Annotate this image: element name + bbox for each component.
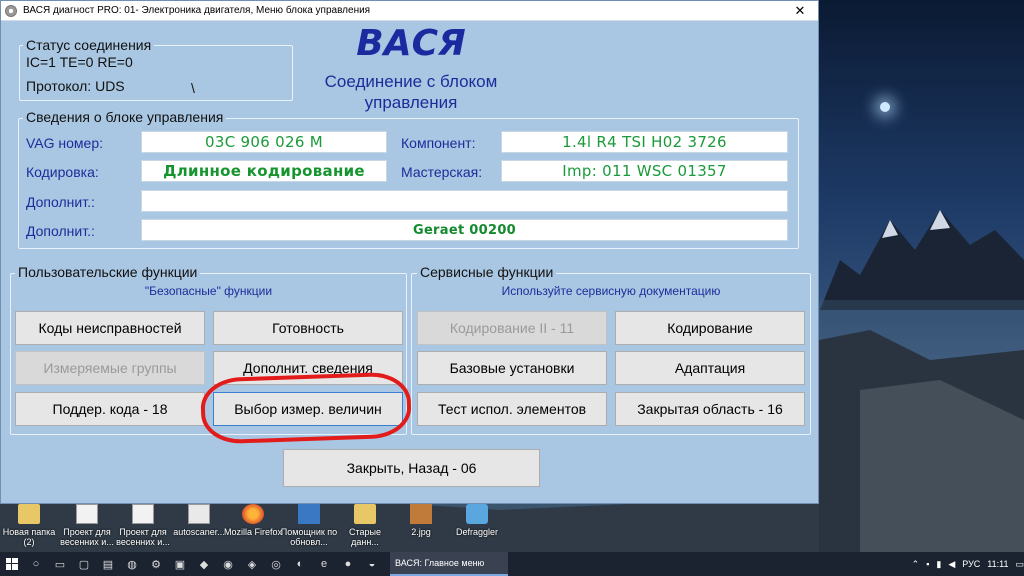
app-icon-2[interactable]: ▣ xyxy=(168,552,192,576)
vag-number-value: 03C 906 026 M xyxy=(141,131,387,153)
tray-app-icon[interactable]: ▪ xyxy=(926,559,929,569)
desktop-icon-firefox[interactable]: Mozilla Firefox xyxy=(224,504,282,552)
close-back-button[interactable]: Закрыть, Назад - 06 xyxy=(283,449,540,487)
search-icon[interactable]: ○ xyxy=(24,552,48,576)
desktop-icon-label: Проект для весенних и... xyxy=(60,527,114,547)
pdf-icon xyxy=(188,504,210,524)
document-icon xyxy=(76,504,98,524)
service-functions-title: Сервисные функции xyxy=(417,264,557,280)
start-windows-icon[interactable] xyxy=(0,552,24,576)
task-view-icon[interactable]: ▭ xyxy=(48,552,72,576)
store-icon[interactable]: ▢ xyxy=(72,552,96,576)
caption-line-2: управления xyxy=(364,93,458,112)
extra-1-label: Дополнит.: xyxy=(26,194,95,210)
firefox-taskbar-icon[interactable]: ● xyxy=(336,552,360,576)
vag-number-label: VAG номер: xyxy=(26,135,104,151)
folder-icon xyxy=(18,504,40,524)
app-logo: ВАСЯ xyxy=(356,23,466,64)
desktop-icon-label: Старые данн... xyxy=(348,527,381,547)
desktop-icon-update-assistant[interactable]: Помощник по обновл... xyxy=(280,504,338,552)
user-functions-title: Пользовательские функции xyxy=(15,264,201,280)
mountains-wallpaper xyxy=(820,210,1024,310)
protocol-label: Протокол: UDS xyxy=(26,78,125,94)
visual-studio-icon[interactable]: ◈ xyxy=(240,552,264,576)
tray-chevron-icon[interactable]: ⌃ xyxy=(912,559,920,570)
app-icon xyxy=(5,4,17,17)
desktop-icon-project-2[interactable]: Проект для весенних и... xyxy=(114,504,172,552)
desktop-icon-project-1[interactable]: Проект для весенних и... xyxy=(58,504,116,552)
readiness-button[interactable]: Готовность xyxy=(213,311,403,345)
basic-settings-button[interactable]: Базовые установки xyxy=(417,351,607,385)
app-icon-5[interactable]: ◒ xyxy=(360,552,384,576)
defraggler-icon xyxy=(466,504,488,524)
image-icon xyxy=(410,504,432,524)
fault-codes-button[interactable]: Коды неисправностей xyxy=(15,311,205,345)
viber-icon[interactable]: ◎ xyxy=(264,552,288,576)
network-icon[interactable]: ▮ xyxy=(936,559,941,570)
firefox-icon xyxy=(242,504,264,524)
window-title: ВАСЯ диагност PRO: 01- Электроника двига… xyxy=(23,5,371,16)
extra-2-label: Дополнит.: xyxy=(26,223,95,239)
coding-value: Длинное кодирование xyxy=(141,160,387,182)
taskbar: ○ ▭ ▢ ▤ ◍ ⚙ ▣ ◆ ◉ ◈ ◎ ◐ e ● ◒ ВАСЯ: Глав… xyxy=(0,552,1024,576)
activity-spinner: \ xyxy=(191,80,195,96)
desktop-icon-new-folder[interactable]: Новая папка (2) xyxy=(0,504,58,552)
update-assistant-icon xyxy=(298,504,320,524)
system-tray: ⌃ ▪ ▮ ◀ РУС 11:11 ▭ xyxy=(905,559,1024,570)
caption-line-1: Соединение с блоком xyxy=(324,72,498,91)
explorer-icon[interactable]: ▤ xyxy=(96,552,120,576)
folder-icon xyxy=(354,504,376,524)
desktop-icon-label: Новая папка (2) xyxy=(2,527,56,547)
desktop-icon-image[interactable]: 2.jpg xyxy=(392,504,450,552)
component-value: 1.4l R4 TSI H02 3726 xyxy=(501,131,788,153)
notification-icon[interactable]: ▭ xyxy=(1015,559,1024,570)
yandex-icon[interactable]: ◉ xyxy=(216,552,240,576)
title-bar: ВАСЯ диагност PRO: 01- Электроника двига… xyxy=(1,1,818,21)
task-label: ВАСЯ: Главное меню xyxy=(395,558,485,568)
app-icon-3[interactable]: ◆ xyxy=(192,552,216,576)
desktop-icon-old-data[interactable]: Старые данн... xyxy=(336,504,394,552)
close-icon[interactable]: ✕ xyxy=(782,1,818,21)
ecu-info-title: Сведения о блоке управления xyxy=(23,109,227,125)
workshop-label: Мастерская: xyxy=(401,164,483,180)
settings-gear-icon[interactable]: ⚙ xyxy=(144,552,168,576)
document-icon xyxy=(132,504,154,524)
hp-icon[interactable]: ◍ xyxy=(120,552,144,576)
desktop-icon-defraggler[interactable]: Defraggler xyxy=(448,504,506,552)
select-measurements-button[interactable]: Выбор измер. величин xyxy=(213,392,403,426)
moon xyxy=(880,102,890,112)
user-functions-caption: "Безопасные" функции xyxy=(144,284,273,298)
connection-caption: Соединение с блоком управления xyxy=(301,71,521,113)
volume-icon[interactable]: ◀ xyxy=(948,559,955,570)
extra-1-value xyxy=(141,190,788,212)
coding-button[interactable]: Кодирование xyxy=(615,311,805,345)
security-access-button[interactable]: Закрытая область - 16 xyxy=(615,392,805,426)
app-icon-4[interactable]: ◐ xyxy=(288,552,312,576)
adaptation-button[interactable]: Адаптация xyxy=(615,351,805,385)
extra-2-value: Geraet 00200 xyxy=(141,219,788,241)
desktop-icon-label: Defraggler xyxy=(455,527,499,537)
service-functions-caption: Используйте сервисную документацию xyxy=(501,284,721,298)
edge-icon[interactable]: e xyxy=(312,552,336,576)
workshop-value: Imp: 011 WSC 01357 xyxy=(501,160,788,182)
desktop-icon-label: Помощник по обновл... xyxy=(280,527,338,547)
app-window: ВАСЯ диагност PRO: 01- Электроника двига… xyxy=(0,0,819,504)
clock[interactable]: 11:11 xyxy=(987,559,1008,569)
connection-counters: IC=1 TE=0 RE=0 xyxy=(26,54,133,70)
desktop-icon-label: autoscaner... xyxy=(173,527,225,537)
language-indicator[interactable]: РУС xyxy=(962,559,980,569)
desktop-icon-label: 2.jpg xyxy=(411,527,431,537)
coding-ii-button[interactable]: Кодирование II - 11 xyxy=(417,311,607,345)
desktop-icon-label: Mozilla Firefox xyxy=(224,527,283,537)
desktop-icon-label: Проект для весенних и... xyxy=(116,527,170,547)
desktop-icon-autoscaner[interactable]: autoscaner... xyxy=(170,504,228,552)
component-label: Компонент: xyxy=(401,135,476,151)
output-tests-button[interactable]: Тест испол. элементов xyxy=(417,392,607,426)
coding-label: Кодировка: xyxy=(26,164,99,180)
supported-codes-button[interactable]: Поддер. кода - 18 xyxy=(15,392,205,426)
taskbar-active-task[interactable]: ВАСЯ: Главное меню xyxy=(390,552,508,576)
extra-info-button[interactable]: Дополнит. сведения xyxy=(213,351,403,385)
measuring-groups-button[interactable]: Измеряемые группы xyxy=(15,351,205,385)
connection-status-title: Статус соединения xyxy=(23,37,155,53)
